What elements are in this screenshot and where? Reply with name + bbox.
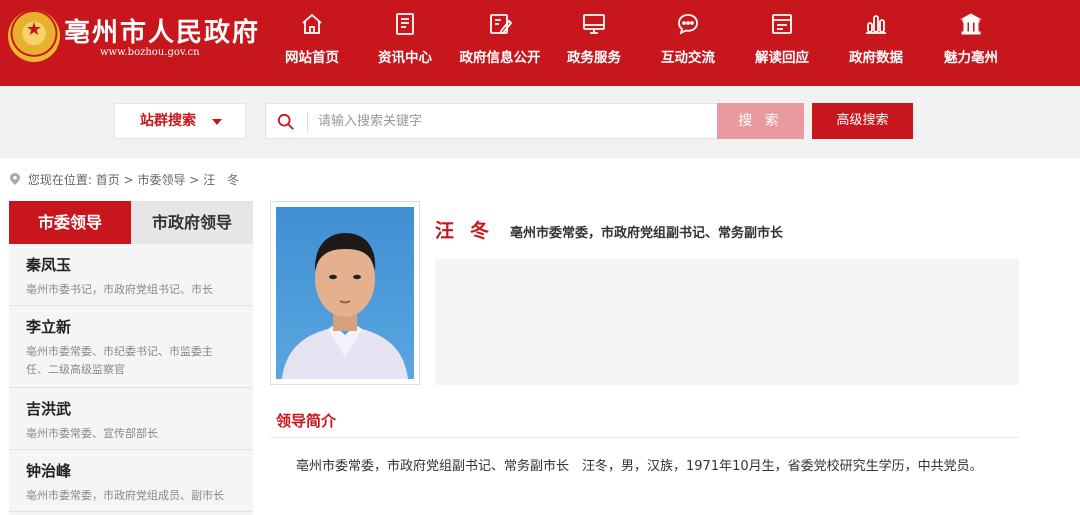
nav-label: 解读回应 [755, 50, 809, 66]
site-title[interactable]: 亳州市人民政府 [64, 12, 260, 49]
window-icon [772, 14, 792, 34]
leader-name-heading: 汪冬 [435, 220, 506, 242]
leader-name: 李立新 [26, 318, 72, 336]
breadcrumb-leaders[interactable]: 市委领导 [137, 173, 185, 187]
breadcrumb: 您现在位置: 首页 > 市委领导 > 汪 冬 [10, 171, 239, 188]
chat-icon [678, 14, 698, 35]
document-icon [396, 13, 414, 35]
nav-label: 魅力亳州 [944, 50, 998, 66]
nav-home[interactable]: 网站首页 [267, 12, 357, 72]
nav-interaction[interactable]: 互动交流 [643, 12, 733, 72]
edit-icon [490, 14, 512, 34]
site-search-label: 站群搜索 [140, 113, 196, 129]
tab-municipal-party-leaders[interactable]: 市委领导 [9, 201, 131, 244]
breadcrumb-separator: > [123, 173, 134, 187]
profile-info-panel [435, 259, 1019, 385]
search-button[interactable]: 搜 索 [717, 103, 804, 139]
search-box [265, 103, 718, 139]
leader-item[interactable]: 钟治峰 亳州市委常委，市政府党组成员、副市长 [9, 450, 253, 512]
advanced-search-button[interactable]: 高级搜索 [812, 103, 913, 139]
leader-item[interactable]: 吉洪武 亳州市委常委、宣传部部长 [9, 388, 253, 450]
nav-label: 政府数据 [849, 50, 903, 66]
intro-heading: 领导简介 [276, 412, 337, 430]
location-pin-icon [10, 173, 20, 185]
leaders-sidebar: 市委领导 市政府领导 秦凤玉 亳州市委书记，市政府党组书记、市长 李立新 亳州市… [9, 201, 253, 515]
breadcrumb-prefix: 您现在位置: [27, 173, 92, 187]
nav-label: 政务服务 [567, 50, 621, 66]
nav-data[interactable]: 政府数据 [831, 12, 921, 72]
tab-municipal-gov-leaders[interactable]: 市政府领导 [131, 201, 253, 244]
nav-services[interactable]: 政务服务 [549, 12, 639, 72]
nav-charm[interactable]: 魅力亳州 [926, 12, 1016, 72]
portrait-photo [276, 207, 414, 379]
national-emblem-logo[interactable] [8, 10, 60, 62]
leader-title: 亳州市委书记，市政府党组书记、市长 [26, 283, 213, 296]
leader-item[interactable]: 秦凤玉 亳州市委书记，市政府党组书记、市长 [9, 244, 253, 306]
search-icon[interactable] [277, 113, 295, 131]
home-icon [302, 13, 322, 34]
search-input[interactable] [318, 105, 708, 137]
nav-gov-info[interactable]: 政府信息公开 [455, 12, 545, 72]
nav-label: 政府信息公开 [459, 50, 541, 66]
monitor-icon [583, 14, 605, 34]
intro-text: 亳州市委常委，市政府党组副书记、常务副市长 汪冬，男，汉族，1971年10月生，… [296, 459, 983, 474]
leader-name: 吉洪武 [26, 400, 72, 418]
bar-chart-icon [866, 15, 886, 34]
leader-item[interactable]: 李立新 亳州市委常委、市纪委书记、市监委主任、二级高级监察官 [9, 306, 253, 388]
nav-label: 网站首页 [285, 50, 339, 66]
site-url: www.bozhou.gov.cn [100, 47, 200, 58]
site-search-select[interactable]: 站群搜索 [114, 103, 246, 139]
breadcrumb-current: 汪 冬 [203, 173, 240, 187]
leader-title: 亳州市委常委、市纪委书记、市监委主任、二级高级监察官 [26, 345, 213, 376]
leader-title: 亳州市委常委，市政府党组成员、副市长 [26, 489, 224, 502]
site-header: 亳州市人民政府 www.bozhou.gov.cn 网站首页 资讯中心 政府信息… [0, 0, 1080, 86]
nav-interpretation[interactable]: 解读回应 [737, 12, 827, 72]
intro-divider [270, 437, 1019, 438]
nav-label: 互动交流 [661, 50, 715, 66]
breadcrumb-separator: > [189, 173, 200, 187]
nav-label: 资讯中心 [378, 50, 432, 66]
leader-portrait [270, 201, 420, 385]
landmark-icon [960, 13, 982, 35]
breadcrumb-home[interactable]: 首页 [96, 173, 120, 187]
leader-title: 亳州市委常委、宣传部部长 [26, 427, 158, 440]
nav-news[interactable]: 资讯中心 [360, 12, 450, 72]
leader-name: 秦凤玉 [26, 256, 72, 274]
search-divider [307, 112, 308, 132]
leader-name: 钟治峰 [26, 462, 72, 480]
caret-down-icon [212, 119, 222, 125]
leader-position: 亳州市委常委，市政府党组副书记、常务副市长 [510, 226, 784, 241]
